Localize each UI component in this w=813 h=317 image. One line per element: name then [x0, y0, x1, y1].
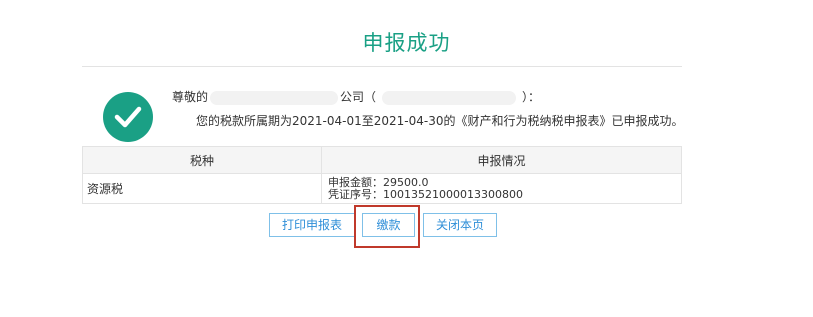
column-header-declaration-status: 申报情况 [321, 146, 682, 174]
print-declaration-button[interactable]: 打印申报表 [269, 213, 355, 237]
greeting-line: 尊敬的 公司（ ）： [172, 88, 540, 105]
success-check-icon [103, 92, 153, 142]
close-page-button[interactable]: 关闭本页 [423, 213, 497, 237]
voucher-number: 凭证序号：10013521000013300800 [328, 187, 523, 201]
company-suffix: 公司（ [340, 90, 377, 104]
redacted-company-name [210, 90, 339, 105]
column-header-tax-type: 税种 [82, 146, 322, 174]
table-row: 资源税 申报金额：29500.0 凭证序号：100135210000133008… [82, 173, 682, 204]
salutation: 尊敬的 [172, 90, 209, 104]
declared-amount: 申报金额：29500.0 [328, 175, 429, 189]
pay-button-highlight [354, 205, 420, 248]
redacted-tax-id [382, 90, 517, 105]
declaration-success-page: 申报成功 尊敬的 公司（ ）： 您的税款所属期为2021-04-01至2021-04… [0, 0, 813, 317]
declaration-detail-cell: 申报金额：29500.0 凭证序号：10013521000013300800 [321, 173, 682, 204]
page-title: 申报成功 [362, 31, 451, 55]
table-header-row: 税种 申报情况 [82, 146, 682, 174]
declaration-table: 税种 申报情况 资源税 申报金额：29500.0 凭证序号：1001352100… [82, 146, 682, 204]
company-close: ）： [522, 90, 541, 104]
success-message: 您的税款所属期为2021-04-01至2021-04-30的《财产和行为税纳税申… [196, 114, 684, 128]
tax-type-cell: 资源税 [82, 173, 322, 204]
title-divider [82, 66, 682, 67]
